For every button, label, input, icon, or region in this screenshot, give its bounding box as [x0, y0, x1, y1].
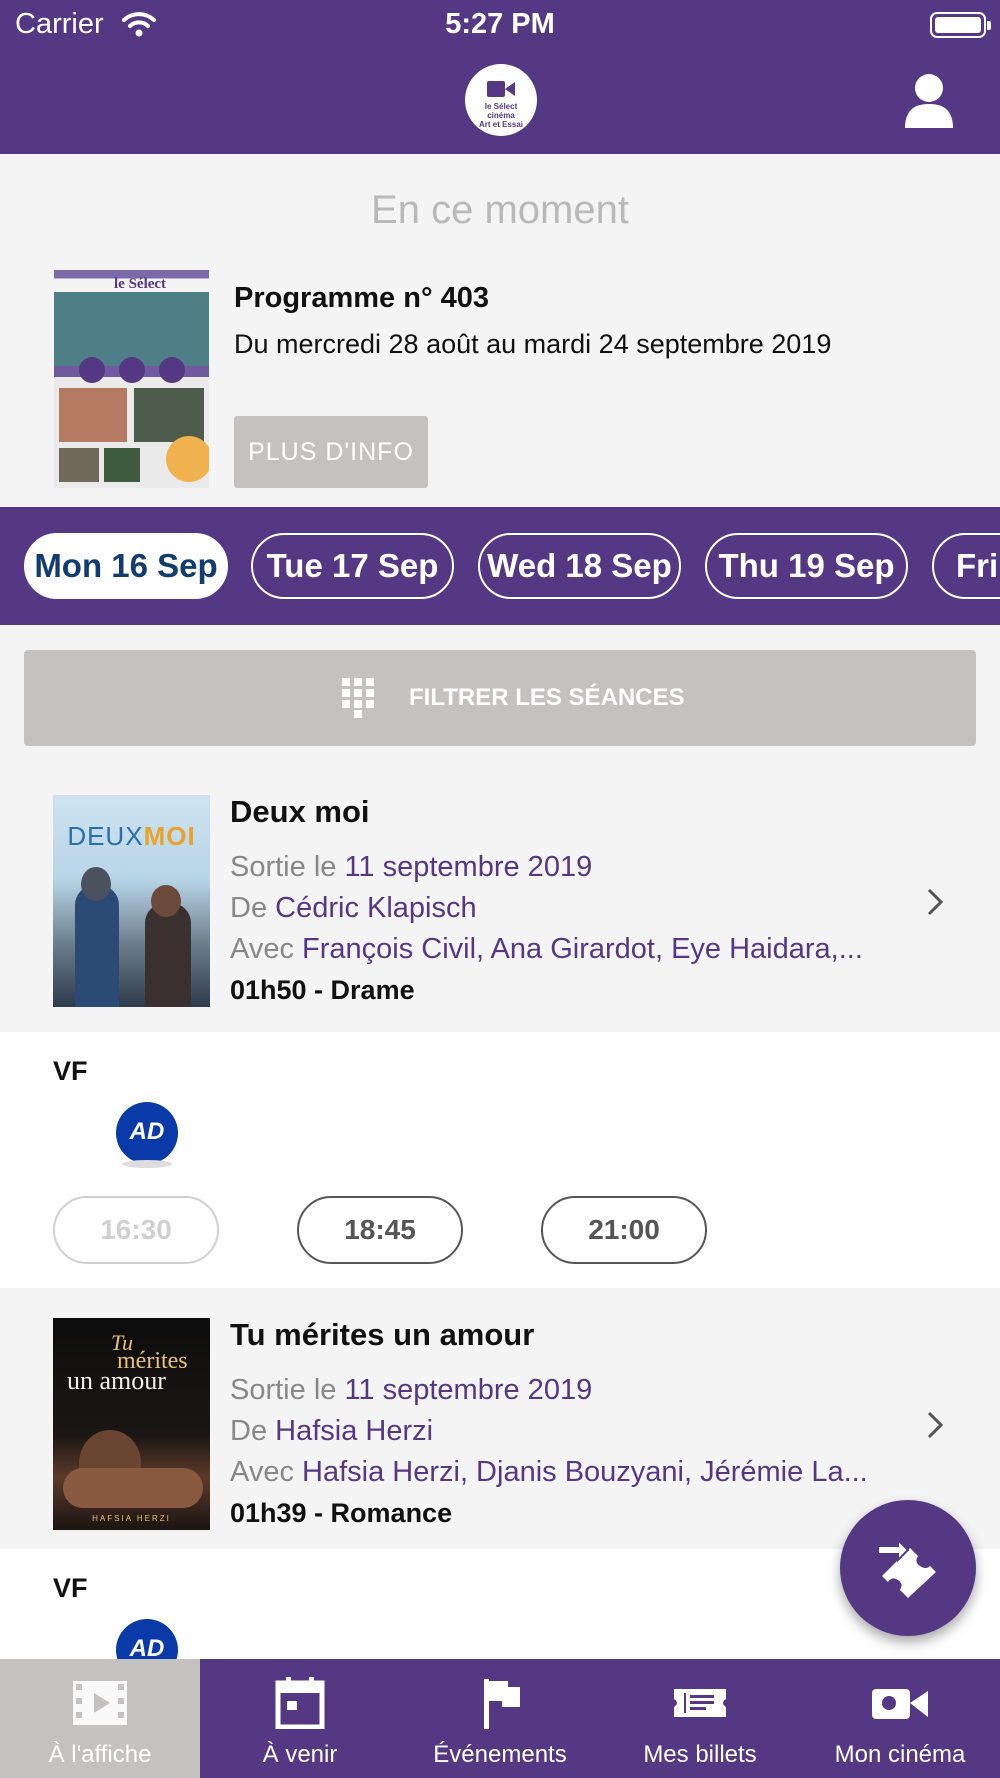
- movie-card-tu-merites-un-amour[interactable]: Tu mérites un amour HAFSIA HERZI Tu méri…: [0, 1295, 1000, 1549]
- movie-poster: Tu mérites un amour HAFSIA HERZI: [53, 1318, 210, 1530]
- duration-genre: 01h39 - Romance: [230, 1498, 453, 1528]
- filter-sessions-button[interactable]: FILTRER LES SÉANCES: [24, 650, 976, 746]
- program-poster-title: le Sélect: [114, 276, 167, 292]
- ticket-icon: [674, 1689, 726, 1717]
- cast-link[interactable]: François Civil, Ana Girardot, Eye Haidar…: [302, 933, 863, 965]
- tab-mon-cinema[interactable]: Mon cinéma: [800, 1659, 1000, 1778]
- date-selector: Mon 16 Sep Tue 17 Sep Wed 18 Sep Thu 19 …: [0, 507, 1000, 625]
- program-poster[interactable]: le Sélect: [54, 270, 209, 488]
- profile-icon[interactable]: [903, 72, 955, 128]
- nav-bar: le Sélect cinéma Art et Essai: [0, 50, 1000, 154]
- director-line: De Hafsia Herzi: [230, 1415, 434, 1447]
- date-pill-wed-18[interactable]: Wed 18 Sep: [478, 533, 681, 599]
- language-label: VF: [53, 1056, 88, 1086]
- tab-label: Mes billets: [643, 1741, 757, 1768]
- chevron-right-icon[interactable]: [924, 1410, 946, 1440]
- date-pill-thu-19[interactable]: Thu 19 Sep: [705, 533, 908, 599]
- tickets-fab-button[interactable]: [840, 1500, 976, 1636]
- tab-label: Mon cinéma: [834, 1741, 966, 1768]
- director-line: De Cédric Klapisch: [230, 892, 477, 924]
- cast-line: Avec Hafsia Herzi, Djanis Bouzyani, Jéré…: [230, 1456, 868, 1488]
- release-date: 11 septembre 2019: [344, 851, 593, 883]
- language-label: VF: [53, 1573, 88, 1603]
- poster-emblems: [79, 357, 185, 383]
- program-dates: Du mercredi 28 août au mardi 24 septembr…: [234, 329, 832, 359]
- tab-label: À l'affiche: [48, 1741, 152, 1768]
- filter-label: FILTRER LES SÉANCES: [409, 684, 685, 711]
- poster-title-moi: MOI: [143, 821, 196, 851]
- grid-icon: [342, 678, 374, 718]
- current-program-section: En ce moment le Sélect Programme n° 403 …: [0, 154, 1000, 507]
- section-heading: En ce moment: [371, 188, 629, 232]
- release-line: Sortie le 11 septembre 2019: [230, 851, 593, 883]
- film-icon: [73, 1681, 127, 1725]
- date-pill-tue-17[interactable]: Tue 17 Sep: [251, 533, 454, 599]
- release-line: Sortie le 11 septembre 2019: [230, 1374, 593, 1406]
- movie-title: Deux moi: [230, 794, 370, 829]
- sessions-deux-moi: VF AD 16:30 18:45 21:00: [0, 1032, 1000, 1288]
- movie-title: Tu mérites un amour: [230, 1317, 535, 1352]
- more-info-button[interactable]: PLUS D'INFO: [234, 416, 428, 488]
- status-bar: Carrier 5:27 PM: [0, 0, 1000, 50]
- release-date: 11 septembre 2019: [344, 1374, 593, 1406]
- tab-label: À venir: [262, 1741, 338, 1768]
- audio-description-icon: AD: [116, 1102, 178, 1168]
- tab-a-laffiche[interactable]: À l'affiche: [0, 1659, 200, 1778]
- movie-poster: DEUXMOI: [53, 795, 210, 1007]
- tab-bar: À l'affiche À venir Événements Mes bille…: [0, 1659, 1000, 1778]
- poster-title-deux: DEUX: [67, 821, 144, 851]
- ticket-arrow-icon: [877, 1537, 936, 1598]
- date-pill-mon-16[interactable]: Mon 16 Sep: [24, 533, 228, 599]
- cast-line: Avec François Civil, Ana Girardot, Eye H…: [230, 933, 863, 965]
- logo-text: le Sélect cinéma Art et Essai: [478, 102, 524, 129]
- showtime-2100[interactable]: 21:00: [541, 1196, 707, 1264]
- flag-icon: [484, 1679, 520, 1729]
- date-pill-fri[interactable]: Fri: [932, 533, 1000, 599]
- cast-link[interactable]: Hafsia Herzi, Djanis Bouzyani, Jérémie L…: [302, 1456, 868, 1488]
- director-link[interactable]: Hafsia Herzi: [275, 1415, 433, 1447]
- battery-icon: [930, 12, 991, 38]
- poster-title-amour: un amour: [67, 1366, 166, 1395]
- tab-evenements[interactable]: Événements: [400, 1659, 600, 1778]
- program-title: Programme n° 403: [234, 282, 489, 314]
- clock: 5:27 PM: [445, 8, 555, 40]
- chevron-right-icon[interactable]: [924, 887, 946, 917]
- tab-a-venir[interactable]: À venir: [200, 1659, 400, 1778]
- showtime-1630: 16:30: [53, 1196, 219, 1264]
- cinema-logo[interactable]: le Sélect cinéma Art et Essai: [465, 64, 537, 136]
- camera-icon: [872, 1689, 928, 1719]
- calendar-icon: [275, 1677, 325, 1729]
- poster-director: HAFSIA HERZI: [92, 1514, 171, 1523]
- duration-genre: 01h50 - Drame: [230, 975, 415, 1005]
- tab-mes-billets[interactable]: Mes billets: [600, 1659, 800, 1778]
- audio-description-icon: AD: [116, 1619, 178, 1659]
- director-link[interactable]: Cédric Klapisch: [275, 892, 476, 924]
- showtime-1845[interactable]: 18:45: [297, 1196, 463, 1264]
- video-camera-icon: [487, 81, 515, 97]
- tab-label: Événements: [433, 1741, 567, 1768]
- movie-card-deux-moi[interactable]: DEUXMOI Deux moi Sortie le 11 septembre …: [0, 772, 1000, 1026]
